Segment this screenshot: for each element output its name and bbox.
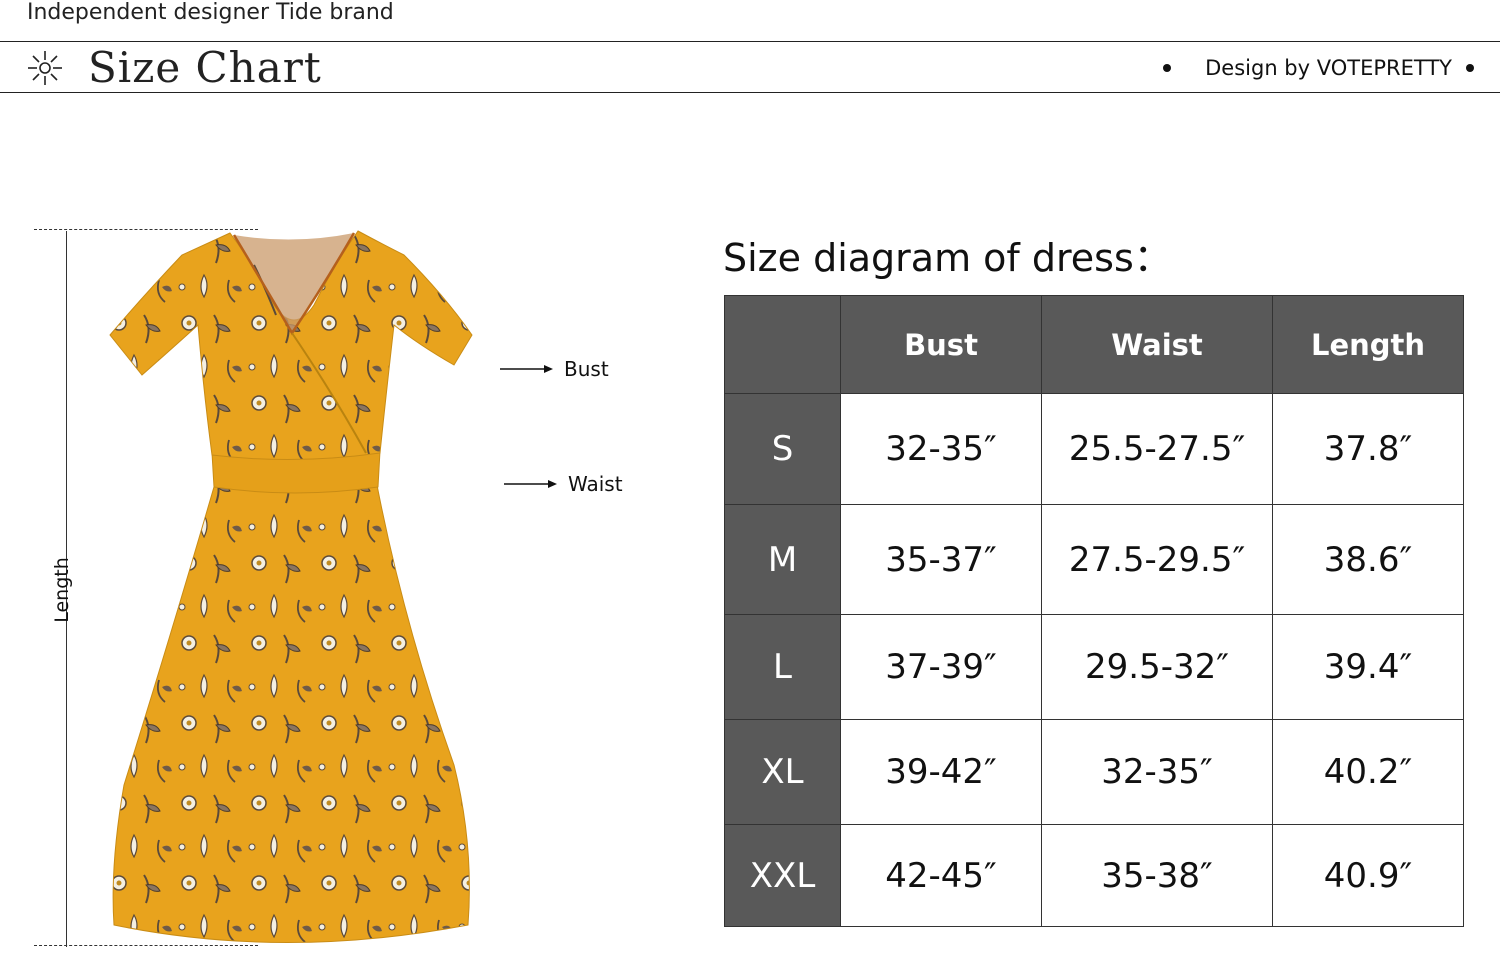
size-table: Bust Waist Length S 32-35″ 25.5-27.5″ 37… [724, 295, 1464, 927]
bust-cell: 37-39″ [840, 614, 1042, 720]
size-cell: S [724, 393, 841, 505]
dress-illustration: Length Bust Waist [30, 225, 670, 953]
length-cell: 40.2″ [1272, 719, 1464, 825]
waist-label: Waist [568, 472, 623, 496]
size-cell: XXL [724, 824, 841, 927]
header-cell-waist: Waist [1041, 295, 1273, 394]
length-cell: 40.9″ [1272, 824, 1464, 927]
arrow-right-icon [504, 480, 557, 488]
table-row: S 32-35″ 25.5-27.5″ 37.8″ [724, 393, 1464, 505]
header-bar: Size Chart Design by VOTEPRETTY [0, 41, 1500, 93]
bullet-dot [1466, 64, 1474, 72]
table-row: XL 39-42″ 32-35″ 40.2″ [724, 719, 1464, 825]
brand-tagline: Independent designer Tide brand [27, 0, 394, 25]
length-cell: 39.4″ [1272, 614, 1464, 720]
size-cell: M [724, 504, 841, 615]
waist-pointer: Waist [504, 472, 623, 496]
table-row: L 37-39″ 29.5-32″ 39.4″ [724, 614, 1464, 720]
design-credit-label: Design by VOTEPRETTY [1205, 56, 1452, 80]
length-label: Length [51, 557, 73, 623]
header-cell-bust: Bust [840, 295, 1042, 394]
design-credit: Design by VOTEPRETTY [1163, 56, 1474, 80]
bust-cell: 32-35″ [840, 393, 1042, 505]
table-header-row: Bust Waist Length [724, 295, 1464, 394]
waist-cell: 29.5-32″ [1041, 614, 1273, 720]
size-cell: XL [724, 719, 841, 825]
table-row: XXL 42-45″ 35-38″ 40.9″ [724, 824, 1464, 927]
length-cell: 38.6″ [1272, 504, 1464, 615]
bust-pointer: Bust [500, 357, 609, 381]
waist-cell: 35-38″ [1041, 824, 1273, 927]
bust-cell: 35-37″ [840, 504, 1042, 615]
length-cell: 37.8″ [1272, 393, 1464, 505]
page-title: Size Chart [88, 43, 322, 92]
waist-cell: 25.5-27.5″ [1041, 393, 1273, 505]
sun-icon [27, 50, 63, 86]
bullet-dot [1163, 64, 1172, 72]
header-cell-size [724, 295, 841, 394]
bust-cell: 42-45″ [840, 824, 1042, 927]
size-cell: L [724, 614, 841, 720]
bust-cell: 39-42″ [840, 719, 1042, 825]
bust-label: Bust [564, 357, 609, 381]
header-cell-length: Length [1272, 295, 1464, 394]
table-heading: Size diagram of dress： [723, 236, 1172, 280]
waist-cell: 27.5-29.5″ [1041, 504, 1273, 615]
dress-image [109, 230, 473, 943]
arrow-right-icon [500, 365, 553, 373]
table-row: M 35-37″ 27.5-29.5″ 38.6″ [724, 504, 1464, 615]
waist-cell: 32-35″ [1041, 719, 1273, 825]
